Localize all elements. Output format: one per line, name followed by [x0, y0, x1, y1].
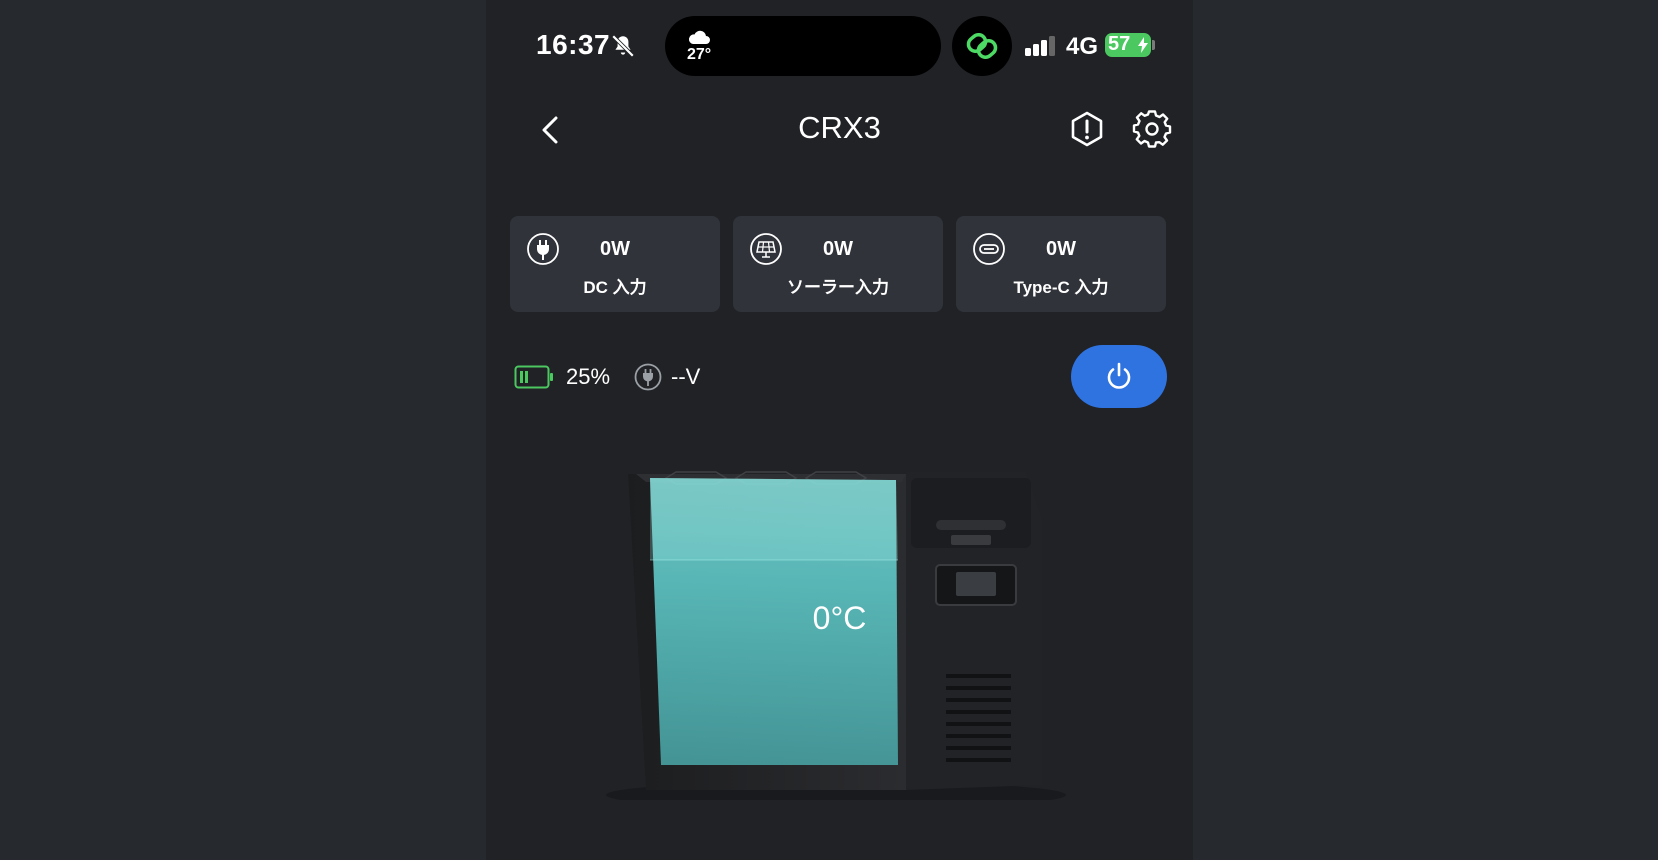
- solar-input-card: 0W ソーラー入力: [733, 216, 943, 312]
- dc-input-value: 0W: [600, 238, 630, 260]
- alert-icon[interactable]: [1066, 108, 1108, 150]
- gear-icon[interactable]: [1131, 108, 1173, 150]
- voltage-value: --V: [671, 364, 701, 389]
- link-icon: [966, 32, 998, 60]
- solar-input-label: ソーラー入力: [787, 278, 889, 297]
- dc-input-card: 0W DC 入力: [510, 216, 720, 312]
- app-screen: 16:37 27° 4G 57 CRX3 0W DC 入力 0W ソーラー入力 …: [486, 0, 1193, 860]
- phone-battery-level: 57: [1108, 33, 1131, 55]
- cloud-icon: [688, 30, 710, 44]
- typec-input-label: Type-C 入力: [1013, 278, 1109, 297]
- power-icon: [1107, 362, 1131, 389]
- dynamic-island: 27°: [665, 16, 941, 76]
- typec-input-value: 0W: [1046, 238, 1076, 260]
- fridge-temperature: 0°C: [812, 600, 867, 636]
- bell-slash-icon: [611, 34, 635, 58]
- power-button[interactable]: [1071, 345, 1167, 408]
- signal-icon: [1025, 36, 1055, 56]
- network-type: 4G: [1066, 33, 1099, 60]
- solar-input-value: 0W: [823, 238, 853, 260]
- voltage-plug-icon: [634, 363, 662, 391]
- phone-battery-tip: [1152, 40, 1155, 50]
- status-time: 16:37: [536, 29, 611, 60]
- typec-input-card: 0W Type-C 入力: [956, 216, 1166, 312]
- phone-battery: 57: [1105, 33, 1151, 57]
- link-indicator: [952, 16, 1012, 76]
- weather-temp: 27°: [687, 46, 712, 63]
- bolt-icon: [1138, 37, 1148, 53]
- battery-icon: [514, 365, 553, 389]
- battery-percent: 25%: [566, 364, 611, 389]
- dc-input-label: DC 入力: [583, 278, 647, 297]
